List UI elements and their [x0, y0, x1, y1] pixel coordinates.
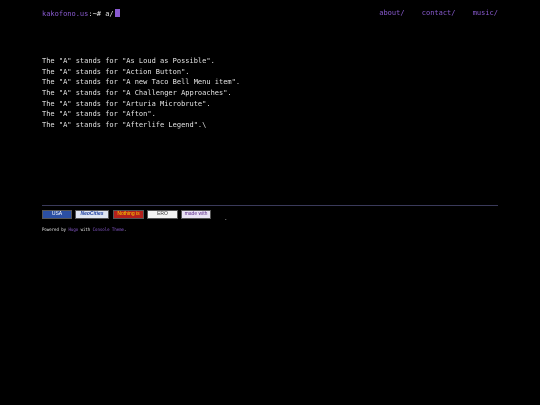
neocities-badge[interactable]: NeoCities — [75, 210, 109, 219]
powered-suffix: . — [123, 227, 127, 232]
ero-badge[interactable]: ERO — [147, 210, 178, 219]
content-line: The "A" stands for "Action Button". — [42, 67, 190, 76]
nav-about-link[interactable]: about/ — [379, 9, 404, 17]
powered-by: Powered by Hugo with Console Theme. — [42, 227, 126, 232]
current-path: :~# a/ — [88, 10, 114, 18]
content-line: The "A" stands for "A Challenger Approac… — [42, 89, 232, 98]
footer-divider — [42, 205, 498, 206]
terminal-prompt: kakofono.us:~# a/ — [42, 9, 120, 18]
cursor-block — [114, 9, 120, 17]
powered-middle: with — [80, 227, 91, 232]
console-theme-link[interactable]: Console Theme — [93, 227, 124, 232]
content-line: The "A" stands for "Arturia Microbrute". — [42, 99, 211, 108]
content-line: The "A" stands for "Afterlife Legend".\ — [42, 121, 207, 130]
site-header: kakofono.us:~# a/ about/ contact/ music/ — [42, 9, 498, 21]
badge-separator: . — [224, 215, 228, 222]
content-line: The "A" stands for "As Loud as Possible"… — [42, 57, 215, 65]
site-home-link[interactable]: kakofono.us — [42, 10, 88, 18]
content-line: The "A" stands for "A new Taco Bell Menu… — [42, 78, 241, 87]
content-line: The "A" stands for "Afton". — [42, 110, 156, 119]
nav-music-link[interactable]: music/ — [473, 9, 498, 17]
main-nav: about/ contact/ music/ — [366, 9, 498, 17]
nothing-missing-badge[interactable]: Nothing is Missing — [113, 210, 144, 219]
made-with-badge[interactable]: made with — [181, 210, 211, 219]
post-content: The "A" stands for "As Loud as Possible"… — [42, 56, 240, 131]
powered-prefix: Powered by — [42, 227, 67, 232]
nav-contact-link[interactable]: contact/ — [422, 9, 456, 17]
hugo-link[interactable]: Hugo — [69, 227, 79, 232]
usa-badge[interactable]: USA — [42, 210, 72, 219]
